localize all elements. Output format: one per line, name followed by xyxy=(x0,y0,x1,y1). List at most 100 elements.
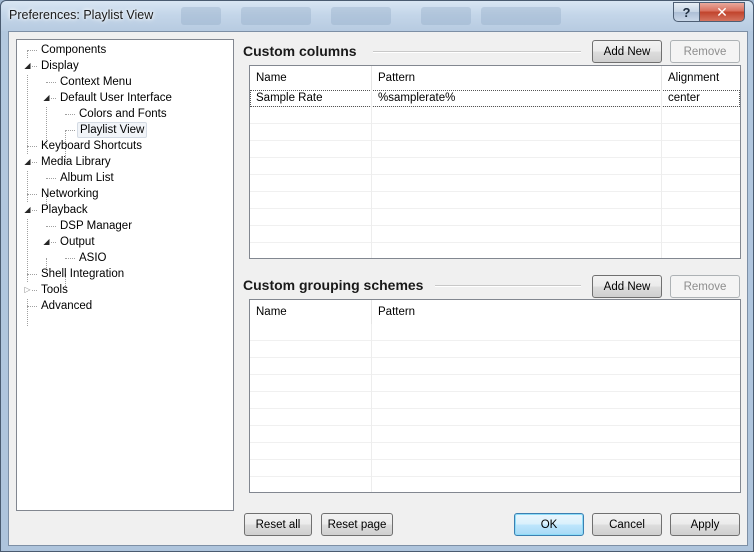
tree-item-album-list[interactable]: Album List xyxy=(58,170,116,186)
tree-item-advanced[interactable]: Advanced xyxy=(39,298,94,314)
tree-item-display[interactable]: Display xyxy=(39,58,81,74)
tree-item-tools[interactable]: Tools xyxy=(39,282,70,298)
grouping-add-new-button[interactable]: Add New xyxy=(592,275,662,298)
table-cell: %samplerate% xyxy=(372,90,662,107)
columns-remove-button[interactable]: Remove xyxy=(670,40,740,63)
tree-connector-line xyxy=(65,258,75,259)
empty-row xyxy=(250,392,740,409)
expanded-triangle-icon[interactable]: ◢ xyxy=(42,234,51,250)
table-cell xyxy=(662,192,740,209)
table-cell: center xyxy=(662,90,740,107)
column-header-name[interactable]: Name xyxy=(250,300,372,324)
table-cell xyxy=(372,192,662,209)
titlebar-background-blur xyxy=(181,7,221,25)
tree-item-media-library[interactable]: Media Library xyxy=(39,154,113,170)
section-divider xyxy=(435,285,581,287)
table-cell xyxy=(250,141,372,158)
empty-row xyxy=(250,324,740,341)
grouping-remove-button[interactable]: Remove xyxy=(670,275,740,298)
table-cell xyxy=(250,392,372,409)
expanded-triangle-icon[interactable]: ◢ xyxy=(23,58,32,74)
table-cell xyxy=(372,124,662,141)
apply-button[interactable]: Apply xyxy=(670,513,740,536)
tree-item-networking[interactable]: Networking xyxy=(39,186,101,202)
tree-item-default-user-interface[interactable]: Default User Interface xyxy=(58,90,174,106)
tree-item-keyboard-shortcuts[interactable]: Keyboard Shortcuts xyxy=(39,138,144,154)
table-cell xyxy=(250,324,372,341)
tree-connector-line xyxy=(46,82,56,83)
empty-row xyxy=(250,341,740,358)
table-cell xyxy=(372,409,740,426)
column-header-alignment[interactable]: Alignment xyxy=(662,66,740,90)
tree-item-output[interactable]: Output xyxy=(58,234,97,250)
tree-item-playback[interactable]: Playback xyxy=(39,202,90,218)
close-icon: ✕ xyxy=(716,3,728,20)
empty-row xyxy=(250,158,740,175)
tree-item-dsp-manager[interactable]: DSP Manager xyxy=(58,218,134,234)
tree-item-shell-integration[interactable]: Shell Integration xyxy=(39,266,126,282)
collapsed-triangle-icon[interactable]: ▷ xyxy=(23,282,32,298)
titlebar-background-blur xyxy=(481,7,561,25)
tree-connector-line xyxy=(65,114,75,115)
table-cell xyxy=(250,443,372,460)
table-cell xyxy=(662,141,740,158)
tree-item-colors-and-fonts[interactable]: Colors and Fonts xyxy=(77,106,169,122)
custom-grouping-list[interactable]: Name Pattern xyxy=(249,299,741,493)
table-cell xyxy=(250,426,372,443)
columns-add-new-button[interactable]: Add New xyxy=(592,40,662,63)
help-icon: ? xyxy=(682,4,691,20)
table-cell xyxy=(372,358,740,375)
table-cell: Sample Rate xyxy=(250,90,372,107)
table-cell xyxy=(250,409,372,426)
dialog-client-area: Components Display ◢ Context Menu Default Us… xyxy=(8,31,748,546)
table-row[interactable]: Sample Rate %samplerate% center xyxy=(250,90,740,107)
expanded-triangle-icon[interactable]: ◢ xyxy=(23,154,32,170)
tree-item-label: Networking xyxy=(41,188,99,200)
tree-item-label: Default User Interface xyxy=(60,92,172,104)
tree-item-label: Output xyxy=(60,236,95,248)
empty-row xyxy=(250,443,740,460)
table-cell xyxy=(250,226,372,243)
column-header-name[interactable]: Name xyxy=(250,66,372,90)
tree-connector-line xyxy=(46,178,56,179)
tree-item-label: Display xyxy=(41,60,79,72)
preferences-tree[interactable]: Components Display ◢ Context Menu Default Us… xyxy=(16,39,234,511)
reset-all-button[interactable]: Reset all xyxy=(244,513,312,536)
title-bar[interactable]: Preferences: Playlist View ? ✕ xyxy=(1,1,753,31)
table-cell xyxy=(372,324,740,341)
empty-row xyxy=(250,175,740,192)
tree-item-playlist-view[interactable]: Playlist View xyxy=(77,122,148,138)
help-button[interactable]: ? xyxy=(673,2,700,22)
reset-page-button[interactable]: Reset page xyxy=(321,513,393,536)
empty-row xyxy=(250,477,740,492)
table-cell xyxy=(250,477,372,492)
tree-item-components[interactable]: Components xyxy=(39,42,108,58)
empty-row xyxy=(250,192,740,209)
column-header-pattern[interactable]: Pattern xyxy=(372,300,740,324)
ok-button[interactable]: OK xyxy=(514,513,584,536)
table-cell xyxy=(250,158,372,175)
table-cell xyxy=(250,375,372,392)
tree-connector-line xyxy=(27,146,37,147)
table-cell xyxy=(662,107,740,124)
column-header-row: Name Pattern Alignment xyxy=(250,66,740,90)
tree-connector-line xyxy=(27,274,37,275)
column-header-pattern[interactable]: Pattern xyxy=(372,66,662,90)
expanded-triangle-icon[interactable]: ◢ xyxy=(42,90,51,106)
table-cell xyxy=(662,124,740,141)
section-divider xyxy=(373,51,581,53)
tree-item-asio[interactable]: ASIO xyxy=(77,250,108,266)
titlebar-background-blur xyxy=(331,7,391,25)
empty-row xyxy=(250,243,740,258)
titlebar-background-blur xyxy=(241,7,311,25)
custom-columns-list[interactable]: Name Pattern Alignment Sample Rate %samplera… xyxy=(249,65,741,259)
tree-item-label: ASIO xyxy=(79,252,107,264)
close-button[interactable]: ✕ xyxy=(699,2,745,22)
table-cell xyxy=(662,209,740,226)
empty-row xyxy=(250,460,740,477)
tree-connector-line xyxy=(27,50,37,51)
cancel-button[interactable]: Cancel xyxy=(592,513,662,536)
tree-item-context-menu[interactable]: Context Menu xyxy=(58,74,134,90)
expanded-triangle-icon[interactable]: ◢ xyxy=(23,202,32,218)
table-cell xyxy=(372,392,740,409)
